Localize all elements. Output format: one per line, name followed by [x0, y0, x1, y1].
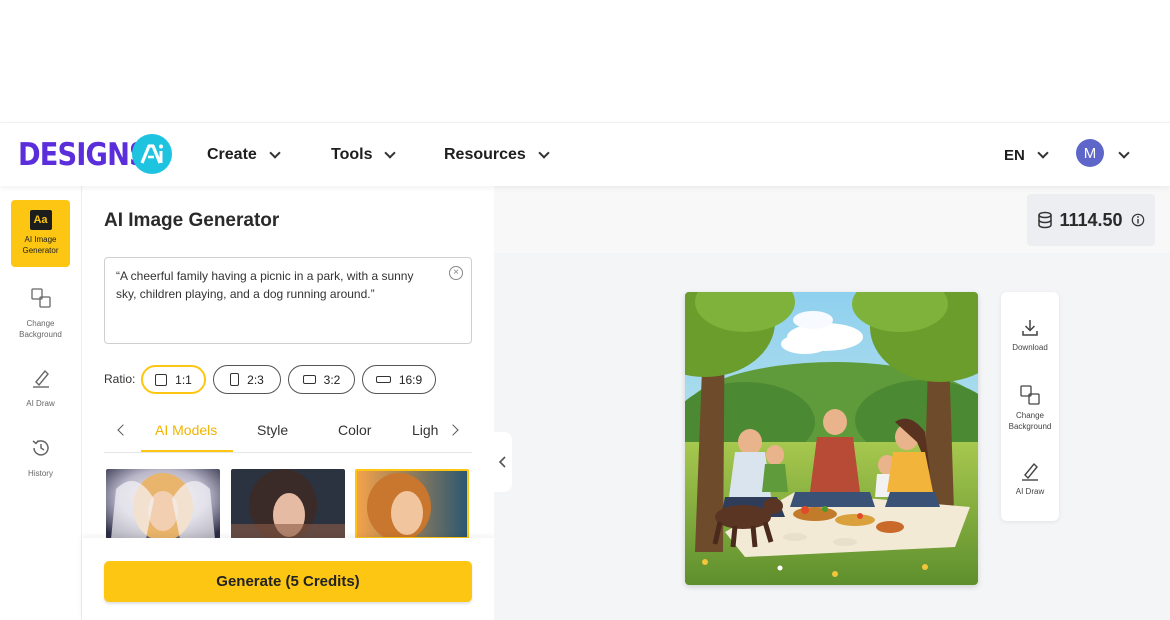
model-thumbnail-selected[interactable]: [355, 469, 469, 539]
change-background-icon: [1020, 385, 1040, 405]
history-icon: [30, 437, 52, 464]
chevron-right-icon[interactable]: [447, 424, 459, 436]
account-menu-toggle[interactable]: [1106, 123, 1130, 187]
language-selector[interactable]: EN: [1004, 123, 1049, 187]
model-thumbnail[interactable]: [231, 469, 345, 539]
avatar[interactable]: M: [1076, 139, 1104, 167]
coins-icon: [1038, 211, 1053, 229]
landscape-icon: [302, 375, 316, 384]
widescreen-icon: [375, 376, 391, 383]
tab-ai-models[interactable]: AI Models: [155, 422, 217, 438]
nav-resources[interactable]: Resources: [444, 123, 550, 187]
chevron-down-icon: [1037, 146, 1049, 159]
chevron-down-icon: [269, 146, 281, 159]
tab-color[interactable]: Color: [338, 422, 371, 438]
ratio-label-text: 1:1: [175, 372, 192, 387]
canvas-area: 1114.50 Download Change Background AI Dr…: [494, 186, 1170, 620]
nav-tools[interactable]: Tools: [331, 123, 397, 187]
rail-item-ai-draw[interactable]: AI Draw: [11, 357, 70, 424]
ratio-label-text: 16:9: [398, 372, 423, 387]
avatar-initial: M: [1083, 144, 1097, 162]
nav-resources-label: Resources: [444, 146, 526, 163]
option-tabs: AI Models Style Color Ligh: [104, 412, 472, 453]
chevron-down-icon: [1118, 146, 1130, 159]
clear-icon[interactable]: ×: [449, 266, 463, 280]
generate-bar: Generate (5 Credits): [82, 538, 494, 620]
generate-button[interactable]: Generate (5 Credits): [104, 561, 472, 602]
nav-create-label: Create: [207, 146, 257, 163]
download-button[interactable]: Download: [1001, 318, 1059, 353]
ratio-label-text: 3:2: [323, 372, 341, 387]
model-thumbnail[interactable]: [106, 469, 220, 539]
tool-label: AI Draw: [1015, 487, 1045, 496]
chevron-left-icon[interactable]: [117, 424, 129, 436]
chevron-left-icon: [498, 456, 506, 468]
active-tab-underline: [141, 450, 233, 452]
generated-image[interactable]: [685, 292, 978, 585]
pen-icon: [30, 367, 52, 394]
credits-badge[interactable]: 1114.50: [1027, 194, 1155, 246]
info-icon[interactable]: [1131, 213, 1145, 227]
credits-value: 1114.50: [1059, 209, 1123, 230]
ratio-label-text: 2:3: [247, 372, 264, 387]
rail-item-history[interactable]: History: [11, 427, 70, 494]
rail-item-label: Change Background: [19, 319, 62, 339]
download-icon: [1022, 320, 1038, 336]
tab-style[interactable]: Style: [257, 422, 288, 438]
ratio-2-3-button[interactable]: 2:3: [213, 365, 281, 394]
chevron-down-icon: [384, 146, 397, 159]
aa-icon: Aa: [29, 210, 52, 230]
change-background-button[interactable]: Change Background: [1001, 384, 1059, 432]
rail-item-label: AI Image Generator: [22, 235, 59, 255]
panel-title: AI Image Generator: [104, 210, 280, 231]
collapse-panel-button[interactable]: [494, 432, 512, 492]
generator-panel: AI Image Generator “A cheerful family ha…: [82, 186, 494, 620]
rail-item-ai-image-generator[interactable]: Aa AI Image Generator: [11, 200, 70, 267]
tool-label: Download: [1012, 343, 1048, 352]
change-background-icon: [30, 287, 52, 314]
app-root: DESIGNS. Create Tools Resources EN M Aa …: [0, 0, 1170, 620]
ratio-label: Ratio:: [104, 372, 136, 386]
rail-item-change-background[interactable]: Change Background: [11, 277, 70, 344]
ratio-1-1-button[interactable]: 1:1: [141, 365, 206, 394]
nav-tools-label: Tools: [331, 146, 373, 163]
tool-rail: Aa AI Image Generator Change Background …: [0, 186, 82, 620]
language-label: EN: [1004, 146, 1025, 164]
logo-mark-icon: [132, 134, 172, 174]
ai-draw-button[interactable]: AI Draw: [1001, 460, 1059, 497]
prompt-input[interactable]: “A cheerful family having a picnic in a …: [104, 257, 472, 344]
rail-item-label: History: [28, 469, 53, 478]
top-header: DESIGNS. Create Tools Resources EN M: [0, 122, 1170, 186]
tool-label: Change Background: [1008, 411, 1052, 431]
chevron-down-icon: [538, 146, 550, 159]
rail-item-label: AI Draw: [26, 399, 55, 408]
tab-lighting[interactable]: Ligh: [412, 422, 439, 438]
portrait-icon: [230, 373, 240, 386]
image-tools: Download Change Background AI Draw: [1001, 292, 1059, 521]
designs-ai-logo[interactable]: DESIGNS.: [18, 134, 176, 176]
pen-icon: [1022, 462, 1038, 481]
prompt-text: “A cheerful family having a picnic in a …: [116, 269, 414, 301]
nav-create[interactable]: Create: [207, 123, 281, 187]
square-icon: [155, 373, 168, 386]
ratio-3-2-button[interactable]: 3:2: [288, 365, 355, 394]
ratio-16-9-button[interactable]: 16:9: [362, 365, 436, 394]
